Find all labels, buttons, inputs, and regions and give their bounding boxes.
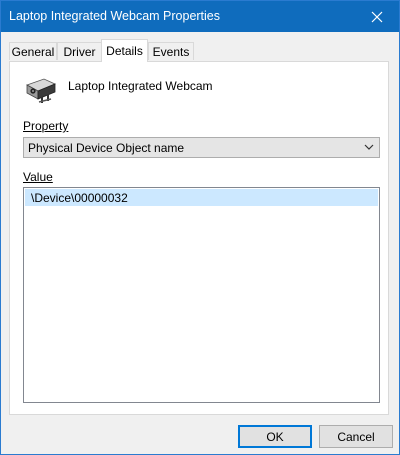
device-name: Laptop Integrated Webcam: [68, 79, 213, 93]
window-title: Laptop Integrated Webcam Properties: [9, 9, 221, 23]
close-icon: [371, 11, 382, 22]
close-button[interactable]: [354, 1, 399, 32]
tab-details[interactable]: Details: [101, 39, 148, 62]
title-bar[interactable]: Laptop Integrated Webcam Properties: [1, 1, 399, 32]
tab-strip: General Driver Details Events: [9, 39, 389, 62]
webcam-icon: [26, 78, 57, 103]
properties-dialog: Laptop Integrated Webcam Properties Gene…: [0, 0, 400, 455]
cancel-button[interactable]: Cancel: [319, 425, 393, 448]
property-label-text: Property: [23, 119, 69, 133]
property-selected-value: Physical Device Object name: [28, 141, 185, 155]
property-dropdown[interactable]: Physical Device Object name: [23, 137, 380, 158]
property-label: Property: [23, 119, 68, 133]
value-label: Value: [23, 170, 53, 184]
value-label-text: Value: [23, 170, 53, 184]
value-listbox[interactable]: \Device\00000032: [23, 187, 380, 403]
chevron-down-icon: [364, 144, 374, 150]
tab-driver[interactable]: Driver: [57, 42, 102, 60]
details-panel: Laptop Integrated Webcam Property Physic…: [9, 61, 389, 415]
tab-general[interactable]: General: [9, 42, 57, 60]
tab-events[interactable]: Events: [148, 42, 194, 60]
list-item[interactable]: \Device\00000032: [25, 189, 378, 206]
ok-button[interactable]: OK: [238, 425, 312, 448]
